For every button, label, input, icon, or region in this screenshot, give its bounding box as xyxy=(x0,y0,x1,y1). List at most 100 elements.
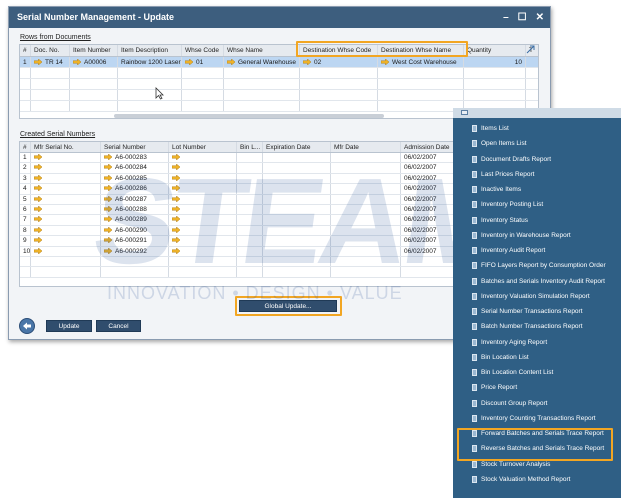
menu-item-report[interactable]: Last Prices Report xyxy=(453,168,621,183)
grid-cell[interactable] xyxy=(118,68,182,78)
grid-cell[interactable] xyxy=(118,79,182,89)
grid-cell[interactable] xyxy=(300,68,378,78)
menu-item-report[interactable]: Bin Location List xyxy=(453,351,621,366)
grid-cell[interactable] xyxy=(300,79,378,89)
link-arrow-icon[interactable] xyxy=(34,206,42,212)
grid-cell[interactable] xyxy=(31,68,70,78)
grid-cell[interactable] xyxy=(20,68,31,78)
grid-cell[interactable] xyxy=(526,68,538,78)
grid-cell[interactable]: 4 xyxy=(20,184,31,194)
table-row[interactable]: 1 TR 14 A00006 Rainbow 1200 Laser 01 General … xyxy=(20,57,538,68)
grid-cell[interactable] xyxy=(118,90,182,100)
grid-cell[interactable] xyxy=(70,79,118,89)
grid-cell[interactable]: 3 xyxy=(20,173,31,184)
horizontal-scrollbar[interactable] xyxy=(114,114,384,118)
link-arrow-icon[interactable] xyxy=(34,59,42,65)
menu-item-report[interactable]: Serial Number Transactions Report xyxy=(453,305,621,320)
grid-cell[interactable] xyxy=(378,101,464,111)
cancel-button[interactable]: Cancel xyxy=(96,320,141,332)
grid-cell[interactable] xyxy=(526,79,538,89)
link-arrow-icon[interactable] xyxy=(34,237,42,244)
column-header[interactable]: Destination Whse Code xyxy=(300,45,378,56)
back-button[interactable] xyxy=(19,318,35,334)
link-arrow-icon[interactable] xyxy=(34,185,42,192)
grid-cell[interactable] xyxy=(464,90,526,100)
table-row-empty[interactable] xyxy=(20,90,538,101)
grid-cell[interactable] xyxy=(20,257,31,267)
grid-cell[interactable]: A00006 xyxy=(70,57,118,67)
grid-cell[interactable] xyxy=(31,215,101,225)
link-arrow-icon[interactable] xyxy=(34,226,42,233)
menu-item-report[interactable]: Price Report xyxy=(453,381,621,396)
grid-cell[interactable] xyxy=(31,184,101,194)
grid-cell[interactable] xyxy=(70,90,118,100)
column-header[interactable]: Bin L... xyxy=(237,142,263,152)
grid-cell[interactable] xyxy=(31,236,101,246)
grid-cell[interactable] xyxy=(182,101,224,111)
grid-cell[interactable]: 7 xyxy=(20,215,31,225)
menu-item-report[interactable]: Inventory in Warehouse Report xyxy=(453,229,621,244)
grid-cell[interactable] xyxy=(31,153,101,163)
link-arrow-icon[interactable] xyxy=(227,59,235,65)
menu-item-report[interactable]: Inventory Counting Transactions Report xyxy=(453,412,621,427)
grid-cell[interactable] xyxy=(20,267,31,277)
menu-item-report[interactable]: Batch Number Transactions Report xyxy=(453,320,621,335)
grid-cell[interactable]: TR 14 xyxy=(31,57,70,67)
column-header[interactable]: Serial Number xyxy=(101,142,169,152)
grid-cell[interactable]: 10 xyxy=(464,57,526,67)
menu-item-report[interactable]: Batches and Serials Inventory Audit Repo… xyxy=(453,275,621,290)
link-arrow-icon[interactable] xyxy=(381,59,389,65)
update-button[interactable]: Update xyxy=(46,320,92,332)
grid-cell[interactable] xyxy=(31,205,101,215)
column-header[interactable]: Expiration Date xyxy=(263,142,331,152)
column-header[interactable]: Item Description xyxy=(118,45,182,56)
menu-item-report[interactable]: Inventory Posting List xyxy=(453,198,621,213)
grid-cell[interactable] xyxy=(464,68,526,78)
menu-item-report[interactable]: Reverse Batches and Serials Trace Report xyxy=(453,442,621,457)
menu-item-report[interactable]: Inactive Items xyxy=(453,183,621,198)
link-arrow-icon[interactable] xyxy=(185,59,193,65)
maximize-icon[interactable]: ☐ xyxy=(518,12,527,23)
column-header[interactable]: Doc. No. xyxy=(31,45,70,56)
menu-item-report[interactable]: Discount Group Report xyxy=(453,397,621,412)
grid-cell[interactable] xyxy=(378,90,464,100)
menu-item-report[interactable]: Bin Location Content List xyxy=(453,366,621,381)
grid-cell[interactable] xyxy=(526,90,538,100)
grid-cell[interactable]: 5 xyxy=(20,194,31,204)
grid-cell[interactable] xyxy=(378,68,464,78)
column-header[interactable]: # xyxy=(20,45,31,56)
link-arrow-icon[interactable] xyxy=(303,59,311,65)
grid-cell[interactable] xyxy=(464,79,526,89)
link-arrow-icon[interactable] xyxy=(34,164,42,171)
grid-cell[interactable] xyxy=(300,101,378,111)
grid-cell[interactable] xyxy=(224,101,300,111)
grid-cell[interactable]: 9 xyxy=(20,236,31,246)
menu-item-report[interactable]: Forward Batches and Serials Trace Report xyxy=(453,427,621,442)
grid-cell[interactable]: 8 xyxy=(20,225,31,236)
column-header[interactable]: Quantity xyxy=(464,45,526,56)
table-row-empty[interactable] xyxy=(20,68,538,79)
grid-cell[interactable] xyxy=(182,68,224,78)
link-arrow-icon[interactable] xyxy=(34,174,42,181)
close-icon[interactable]: ✕ xyxy=(536,12,544,23)
table-row-empty[interactable] xyxy=(20,79,538,90)
menu-item-report[interactable]: Inventory Valuation Simulation Report xyxy=(453,290,621,305)
grid-cell[interactable]: 6 xyxy=(20,205,31,215)
menu-item-report[interactable]: Items List xyxy=(453,122,621,137)
grid-cell[interactable] xyxy=(70,68,118,78)
link-arrow-icon[interactable] xyxy=(73,59,81,65)
menu-item-report[interactable]: Inventory Status xyxy=(453,214,621,229)
grid-cell[interactable] xyxy=(70,101,118,111)
link-arrow-icon[interactable] xyxy=(34,195,42,202)
expand-icon[interactable] xyxy=(526,45,535,54)
menu-item-report[interactable]: Stock Valuation Method Report xyxy=(453,473,621,488)
link-arrow-icon[interactable] xyxy=(34,247,42,254)
column-header[interactable]: Mfr Date xyxy=(331,142,401,152)
grid-cell[interactable] xyxy=(224,79,300,89)
grid-cell[interactable]: 2 xyxy=(20,163,31,173)
grid-cell[interactable] xyxy=(182,79,224,89)
column-header[interactable]: Item Number xyxy=(70,45,118,56)
grid-cell[interactable] xyxy=(31,90,70,100)
grid-cell[interactable]: 10 xyxy=(20,246,31,256)
grid-cell[interactable] xyxy=(118,101,182,111)
